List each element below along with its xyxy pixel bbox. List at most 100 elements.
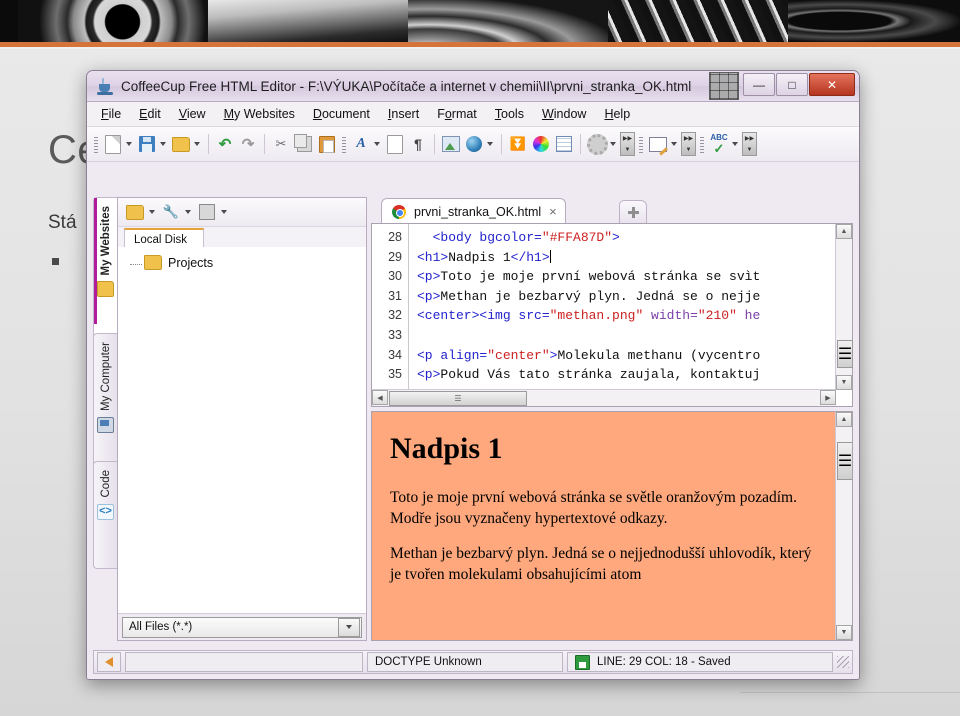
code-vertical-scrollbar[interactable]: ▲ ☰ ▼: [835, 224, 852, 390]
menu-item-view[interactable]: View: [171, 104, 214, 124]
code-scroll-up-button[interactable]: ▲: [836, 224, 852, 239]
document-tab[interactable]: prvni_stranka_OK.html ×: [381, 198, 566, 224]
vertical-tab-my-websites[interactable]: My Websites: [93, 197, 117, 339]
undo-button[interactable]: ↶: [214, 132, 236, 156]
close-tab-icon[interactable]: ×: [549, 204, 557, 219]
cut-button[interactable]: ✂: [270, 132, 292, 156]
menu-item-my-websites[interactable]: My Websites: [216, 104, 303, 124]
insert-link-button[interactable]: [463, 132, 485, 156]
code-line[interactable]: <p>Pokud Vás tato stránka zaujala, konta…: [417, 365, 836, 385]
open-folder-dropdown-icon[interactable]: [149, 210, 155, 214]
code-line[interactable]: <body bgcolor="#FFA87D">: [417, 228, 836, 248]
settings-dropdown-icon[interactable]: [610, 142, 616, 146]
snippet-button[interactable]: [384, 132, 406, 156]
toolbar-grip-3[interactable]: [639, 135, 643, 153]
menu-item-tools[interactable]: Tools: [487, 104, 532, 124]
minimize-button[interactable]: —: [743, 73, 775, 96]
image-icon: [442, 136, 460, 152]
tools-button[interactable]: 🔧: [160, 200, 182, 224]
code-scroll-left-button[interactable]: ◀: [372, 390, 388, 405]
code-editor-pane[interactable]: 282930313233343536 <body bgcolor="#FFA87…: [371, 223, 853, 407]
tree-node-projects[interactable]: Projects: [128, 255, 366, 270]
file-tree: Projects: [118, 247, 366, 614]
copy-icon: [297, 136, 312, 152]
editor-area: prvni_stranka_OK.html × 2829303132333435…: [371, 197, 853, 641]
back-arrow-icon[interactable]: [97, 652, 121, 672]
tools-dropdown-icon[interactable]: [185, 210, 191, 214]
link-dropdown-icon[interactable]: [487, 142, 493, 146]
maximize-button[interactable]: □: [776, 73, 808, 96]
code-scroll-down-button[interactable]: ▼: [836, 375, 852, 390]
code-token: Molekula methanu (vycentro: [557, 348, 760, 363]
code-line[interactable]: [417, 326, 836, 346]
preview-vertical-scrollbar[interactable]: ▲ ☰ ▼: [835, 412, 852, 640]
tab-local-disk[interactable]: Local Disk: [124, 228, 204, 249]
menu-item-edit[interactable]: Edit: [131, 104, 169, 124]
toolbar-overflow-spinner-3[interactable]: ▶▶ ▼: [742, 132, 757, 156]
line-number: 33: [372, 326, 408, 346]
paragraph-button[interactable]: ¶: [407, 132, 429, 156]
copy-button[interactable]: [293, 132, 315, 156]
preview-scroll-down-button[interactable]: ▼: [836, 625, 852, 640]
code-line[interactable]: <p>Toto je moje první webová stránka se …: [417, 267, 836, 287]
preview-editor-button[interactable]: [647, 132, 669, 156]
toolbar-grip-4[interactable]: [700, 135, 704, 153]
menu-item-window[interactable]: Window: [534, 104, 594, 124]
export-button[interactable]: [170, 132, 192, 156]
code-line[interactable]: <center><img src="methan.png" width="210…: [417, 306, 836, 326]
font-dropdown-icon[interactable]: [374, 142, 380, 146]
code-hscroll-thumb[interactable]: ☰: [389, 391, 527, 406]
code-horizontal-scrollbar[interactable]: ◀ ☰ ▶: [372, 389, 836, 406]
new-file-button[interactable]: [102, 132, 124, 156]
close-button[interactable]: ✕: [809, 73, 855, 96]
color-picker-button[interactable]: [530, 132, 552, 156]
code-token: <body bgcolor=: [433, 230, 542, 245]
window-title-bar[interactable]: CoffeeCup Free HTML Editor - F:\VÝUKA\Po…: [87, 71, 859, 102]
file-filter-select[interactable]: All Files (*.*): [122, 617, 362, 638]
upload-dropdown-icon[interactable]: [221, 210, 227, 214]
upload-button[interactable]: [196, 200, 218, 224]
export-dropdown-icon[interactable]: [194, 142, 200, 146]
new-file-dropdown-icon[interactable]: [126, 142, 132, 146]
paste-button[interactable]: [316, 132, 338, 156]
slide-footer-rule: [740, 692, 960, 693]
code-scroll-thumb[interactable]: ☰: [837, 340, 853, 368]
insert-table-button[interactable]: [553, 132, 575, 156]
preview-dropdown-icon[interactable]: [671, 142, 677, 146]
resize-grip[interactable]: [837, 656, 849, 668]
menu-item-format[interactable]: Format: [429, 104, 485, 124]
vertical-tab-code[interactable]: Code<>: [93, 461, 117, 569]
anchor-button[interactable]: ⏬: [507, 132, 529, 156]
preview-scroll-up-button[interactable]: ▲: [836, 412, 852, 427]
new-tab-button[interactable]: [619, 200, 647, 224]
table-icon: [556, 136, 572, 152]
save-dropdown-icon[interactable]: [160, 142, 166, 146]
save-file-button[interactable]: [136, 132, 158, 156]
menu-item-help[interactable]: Help: [596, 104, 638, 124]
font-button[interactable]: A: [350, 132, 372, 156]
spellcheck-button[interactable]: ABC ✓: [708, 132, 730, 156]
toolbar-overflow-spinner-1[interactable]: ▶▶ ▼: [620, 132, 635, 156]
code-line[interactable]: <h1>Nadpis 1</h1>: [417, 248, 836, 268]
vertical-tab-my-computer[interactable]: My Computer: [93, 333, 117, 467]
menu-item-insert[interactable]: Insert: [380, 104, 427, 124]
window-grid-overlay-icon[interactable]: [709, 72, 739, 100]
open-folder-button[interactable]: [124, 200, 146, 224]
code-lines[interactable]: <body bgcolor="#FFA87D"><h1>Nadpis 1</h1…: [409, 224, 836, 390]
code-line[interactable]: <p align="center">Molekula methanu (vyce…: [417, 346, 836, 366]
settings-button[interactable]: [586, 132, 608, 156]
spellcheck-dropdown-icon[interactable]: [732, 142, 738, 146]
code-text-area[interactable]: 282930313233343536 <body bgcolor="#FFA87…: [372, 224, 836, 390]
code-line[interactable]: <p>Methan je bezbarvý plyn. Jedná se o n…: [417, 287, 836, 307]
preview-paragraph-2: Methan je bezbarvý plyn. Jedná se o nejj…: [390, 544, 818, 586]
file-filter-dropdown-icon[interactable]: [338, 618, 360, 637]
preview-scroll-thumb[interactable]: ☰: [837, 442, 853, 480]
insert-image-button[interactable]: [440, 132, 462, 156]
toolbar-overflow-spinner-2[interactable]: ▶▶ ▼: [681, 132, 696, 156]
redo-button[interactable]: ↷: [237, 132, 259, 156]
menu-item-document[interactable]: Document: [305, 104, 378, 124]
code-scroll-right-button[interactable]: ▶: [820, 390, 836, 405]
toolbar-grip[interactable]: [94, 135, 98, 153]
menu-item-file[interactable]: File: [93, 104, 129, 124]
toolbar-grip-2[interactable]: [342, 135, 346, 153]
